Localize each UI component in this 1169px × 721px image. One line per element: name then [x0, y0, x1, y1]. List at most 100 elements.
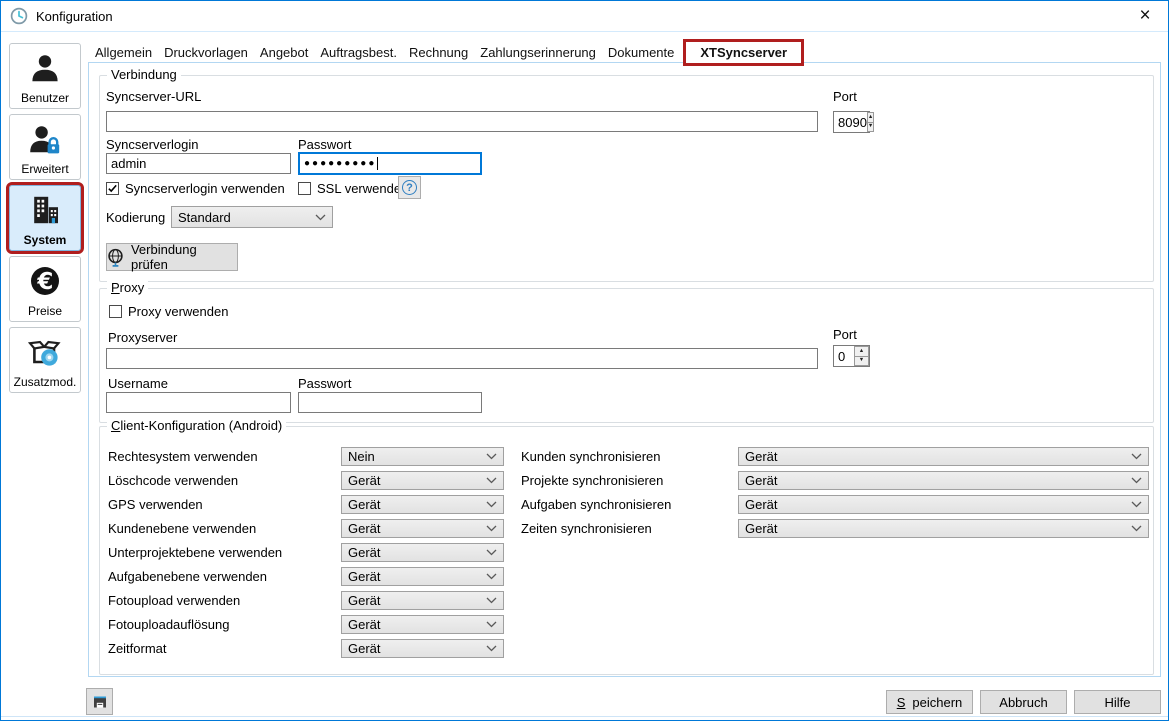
chevron-down-icon: [486, 453, 497, 460]
client-konfiguration-group: Client-Konfiguration (Android) Rechtesys…: [99, 426, 1154, 675]
dropdown-value: Gerät: [348, 521, 381, 536]
verbindung-group: Verbindung Syncserver-URL Port 8090 ▲ ▼ …: [99, 75, 1154, 282]
fotouploadaufl-sung-dropdown[interactable]: Gerät: [341, 615, 504, 634]
kodierung-dropdown[interactable]: Standard: [171, 206, 333, 228]
username-input[interactable]: [106, 392, 291, 413]
syncserver-url-input[interactable]: [106, 111, 818, 132]
help-button[interactable]: ?: [398, 176, 421, 199]
zeitformat-dropdown[interactable]: Gerät: [341, 639, 504, 658]
verbindung-pruefen-button[interactable]: Verbindung prüfen: [106, 243, 238, 271]
config-row-label: Löschcode verwenden: [108, 473, 341, 488]
dropdown-value: Nein: [348, 449, 375, 464]
fotoupload-verwenden-dropdown[interactable]: Gerät: [341, 591, 504, 610]
syncserver-url-label: Syncserver-URL: [106, 89, 201, 104]
user-icon: [10, 44, 80, 91]
tab-zahlungserinnerung[interactable]: Zahlungserinnerung: [474, 42, 602, 63]
spin-down-icon[interactable]: ▼: [854, 357, 869, 367]
floppy-disk-icon: [92, 694, 108, 710]
chevron-down-icon: [1131, 477, 1142, 484]
proxy-verwenden-checkbox[interactable]: Proxy verwenden: [109, 304, 228, 319]
kunden-synchronisieren-dropdown[interactable]: Gerät: [738, 447, 1149, 466]
dropdown-value: Gerät: [348, 593, 381, 608]
sidebar-item-benutzer[interactable]: Benutzer: [9, 43, 81, 109]
tab-xtsyncserver[interactable]: XTSyncserver: [686, 42, 801, 63]
chevron-down-icon: [486, 645, 497, 652]
gps-verwenden-dropdown[interactable]: Gerät: [341, 495, 504, 514]
chevron-down-icon: [486, 573, 497, 580]
dropdown-value: Gerät: [745, 497, 778, 512]
tab-auftragsbest[interactable]: Auftragsbest.: [314, 42, 403, 63]
l-schcode-verwenden-dropdown[interactable]: Gerät: [341, 471, 504, 490]
syncserverlogin-label: Syncserverlogin: [106, 137, 199, 152]
passwort-input[interactable]: ●●●●●●●●●: [298, 152, 482, 175]
config-row-aufgaben-synchronisieren: Aufgaben synchronisieren Gerät: [521, 495, 1149, 514]
client-config-right-column: Kunden synchronisierenGerätProjekte sync…: [521, 447, 1149, 543]
proxy-legend: Proxy: [107, 280, 148, 295]
tab-druckvorlagen[interactable]: Druckvorlagen: [158, 42, 254, 63]
config-row-label: Zeitformat: [108, 641, 341, 656]
aufgabenebene-verwenden-dropdown[interactable]: Gerät: [341, 567, 504, 586]
sidebar-item-zusatzmod[interactable]: Zusatzmod.: [9, 327, 81, 393]
syncserver-port-spinner[interactable]: 8090 ▲ ▼: [833, 111, 870, 133]
config-row-label: Fotouploadauflösung: [108, 617, 341, 632]
proxy-passwort-input[interactable]: [298, 392, 482, 413]
sidebar-item-system[interactable]: System: [9, 185, 81, 251]
tab-allgemein[interactable]: Allgemein: [89, 42, 158, 63]
chevron-down-icon: [486, 621, 497, 628]
aufgaben-synchronisieren-dropdown[interactable]: Gerät: [738, 495, 1149, 514]
configuration-dialog: Konfiguration × BenutzerErweitertSystem€…: [0, 0, 1169, 721]
tab-dokumente[interactable]: Dokumente: [602, 42, 680, 63]
chevron-down-icon: [1131, 453, 1142, 460]
config-row-label: Aufgaben synchronisieren: [521, 497, 738, 512]
ssl-verwenden-checkbox[interactable]: SSL verwenden: [298, 181, 408, 196]
sidebar-item-erweitert[interactable]: Erweitert: [9, 114, 81, 180]
sidebar-item-preise[interactable]: €Preise: [9, 256, 81, 322]
proxyserver-label: Proxyserver: [108, 330, 177, 345]
spin-up-icon[interactable]: ▲: [854, 346, 869, 357]
kundenebene-verwenden-dropdown[interactable]: Gerät: [341, 519, 504, 538]
projekte-synchronisieren-dropdown[interactable]: Gerät: [738, 471, 1149, 490]
syncserverlogin-input[interactable]: admin: [106, 153, 291, 174]
close-button[interactable]: ×: [1122, 1, 1168, 31]
config-row-zeitformat: ZeitformatGerät: [108, 639, 504, 658]
passwort-label: Passwort: [298, 137, 351, 152]
username-label: Username: [108, 376, 168, 391]
config-row-label: Projekte synchronisieren: [521, 473, 738, 488]
config-row-label: GPS verwenden: [108, 497, 341, 512]
config-row-kundenebene-verwenden: Kundenebene verwenden Gerät: [108, 519, 504, 538]
spin-down-icon[interactable]: ▼: [867, 123, 874, 133]
config-row-l-schcode-verwenden: Löschcode verwendenGerät: [108, 471, 504, 490]
checkbox-unchecked-icon: [109, 305, 122, 318]
config-row-rechtesystem-verwenden: Rechtesystem verwendenNein: [108, 447, 504, 466]
proxyserver-input[interactable]: [106, 348, 818, 369]
config-row-label: Kundenebene verwenden: [108, 521, 341, 536]
zeiten-synchronisieren-dropdown[interactable]: Gerät: [738, 519, 1149, 538]
config-row-gps-verwenden: GPS verwendenGerät: [108, 495, 504, 514]
proxy-passwort-label: Passwort: [298, 376, 351, 391]
tab-angebot[interactable]: Angebot: [254, 42, 314, 63]
window-title: Konfiguration: [36, 9, 113, 24]
abbruch-button[interactable]: Abbruch: [980, 690, 1067, 714]
config-row-label: Kunden synchronisieren: [521, 449, 738, 464]
syncserverlogin-verwenden-checkbox[interactable]: Syncserverlogin verwenden: [106, 181, 285, 196]
text-caret: [377, 157, 378, 170]
config-row-projekte-synchronisieren: Projekte synchronisieren Gerät: [521, 471, 1149, 490]
speichern-button[interactable]: Speichern: [886, 690, 973, 714]
unterprojektebene-verwenden-dropdown[interactable]: Gerät: [341, 543, 504, 562]
window-frame-line: [1, 716, 1168, 717]
tab-rechnung[interactable]: Rechnung: [403, 42, 474, 63]
spin-up-icon[interactable]: ▲: [867, 112, 874, 123]
dropdown-value: Gerät: [745, 473, 778, 488]
save-icon-button[interactable]: [86, 688, 113, 715]
proxy-port-spinner[interactable]: 0 ▲ ▼: [833, 345, 870, 367]
dropdown-value: Gerät: [348, 545, 381, 560]
hilfe-button[interactable]: Hilfe: [1074, 690, 1161, 714]
config-row-unterprojektebene-verwenden: Unterprojektebene verwendenGerät: [108, 543, 504, 562]
config-row-label: Zeiten synchronisieren: [521, 521, 738, 536]
config-row-kunden-synchronisieren: Kunden synchronisieren Gerät: [521, 447, 1149, 466]
rechtesystem-verwenden-dropdown[interactable]: Nein: [341, 447, 504, 466]
dropdown-value: Gerät: [348, 569, 381, 584]
dropdown-value: Gerät: [745, 449, 778, 464]
footer-buttons: Speichern Abbruch Hilfe: [886, 690, 1161, 714]
chevron-down-icon: [315, 214, 326, 221]
